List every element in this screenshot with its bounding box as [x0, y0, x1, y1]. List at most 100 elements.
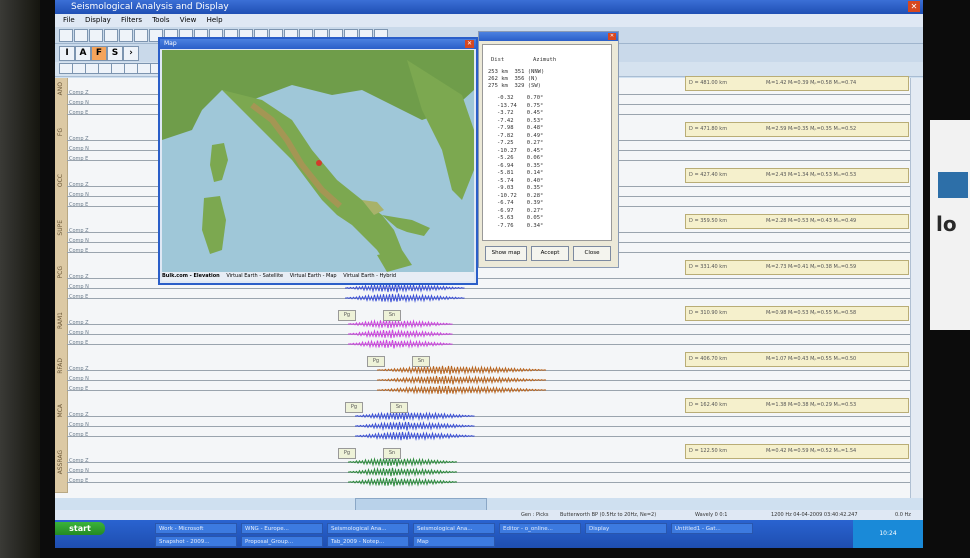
taskbar-item[interactable]: Seismological Ana...	[327, 523, 409, 534]
map-tab-satellite[interactable]: Virtual Earth - Satellite	[226, 273, 283, 279]
phase-pick[interactable]: Sn	[383, 448, 401, 459]
seismic-trace[interactable]	[67, 462, 910, 463]
taskbar-item[interactable]: Proposal_Group...	[241, 536, 323, 547]
station-label[interactable]: MCA	[55, 400, 68, 447]
menu-view[interactable]: View	[180, 16, 197, 24]
component-label: Comp N	[69, 146, 89, 152]
station-label[interactable]: FG	[55, 124, 68, 171]
distance-close-icon[interactable]: ✕	[608, 33, 616, 40]
magnitude-values: Mₗ=2.28 Mₗ=0.53 Mₚ=0.43 Mₘ=0.49	[766, 218, 857, 224]
taskbar-item[interactable]: WNG - Europe...	[241, 523, 323, 534]
station-label[interactable]: RAM1	[55, 308, 68, 355]
waveform[interactable]	[348, 457, 458, 467]
toolbar-button-icon[interactable]	[104, 29, 118, 42]
close-button[interactable]: Close	[573, 246, 611, 261]
seismic-trace[interactable]	[67, 416, 910, 417]
waveform[interactable]	[348, 339, 453, 349]
waveform[interactable]	[377, 375, 547, 385]
magnitude-values: Mₗ=2.59 Mₗ=0.35 Mₚ=0.35 Mₘ=0.52	[766, 126, 857, 132]
menu-tools[interactable]: Tools	[152, 16, 169, 24]
toolbar-small-button-icon[interactable]	[111, 63, 125, 74]
distance-window[interactable]: ✕ Dist Azimuth 253 km 351 (NNW) 262 km 35…	[478, 31, 619, 268]
station-label[interactable]: RFAD	[55, 354, 68, 401]
toolbar-button-icon[interactable]	[119, 29, 133, 42]
seismic-trace[interactable]	[67, 334, 910, 335]
toolbar-button-icon[interactable]	[89, 29, 103, 42]
waveform[interactable]	[377, 385, 547, 395]
taskbar-item[interactable]: Untitled1 - Gat...	[671, 523, 753, 534]
waveform[interactable]	[355, 421, 475, 431]
distance-row: -7.98 0.48°	[497, 125, 544, 131]
distance-row: -3.72 0.45°	[497, 110, 544, 116]
phase-s-button[interactable]: S	[107, 46, 123, 61]
waveform[interactable]	[348, 477, 458, 487]
menu-file[interactable]: File	[63, 16, 75, 24]
station-label[interactable]: PCG	[55, 262, 68, 309]
station-label[interactable]: SUPE	[55, 216, 68, 263]
map-close-icon[interactable]: ✕	[465, 40, 474, 48]
seismic-trace[interactable]	[67, 426, 910, 427]
seismic-trace[interactable]	[67, 298, 910, 299]
phase-pick[interactable]: Sn	[390, 402, 408, 413]
toolbar-button-icon[interactable]	[74, 29, 88, 42]
phase-pick[interactable]: Sn	[383, 310, 401, 321]
waveform[interactable]	[355, 411, 475, 421]
distance-summary-row: 253 km 351 (NNW)	[488, 69, 545, 75]
waveform[interactable]	[348, 329, 453, 339]
taskbar-item[interactable]: Display	[585, 523, 667, 534]
toolbar-small-button-icon[interactable]	[98, 63, 112, 74]
seismic-trace[interactable]	[67, 324, 910, 325]
menu-filters[interactable]: Filters	[121, 16, 142, 24]
phase-pick[interactable]: Pg	[345, 402, 363, 413]
taskbar-item[interactable]: Editor - o_online...	[499, 523, 581, 534]
station-label[interactable]: OCC	[55, 170, 68, 217]
component-label: Comp Z	[69, 228, 89, 234]
waveform[interactable]	[348, 467, 458, 477]
phase-a-button[interactable]: A	[75, 46, 91, 61]
magnitude-distance: D = 481.00 km	[689, 80, 728, 86]
map-tab-hybrid[interactable]: Virtual Earth - Hybrid	[343, 273, 396, 279]
accept-button[interactable]: Accept	[531, 246, 569, 261]
map-window[interactable]: Map ✕ Bulk.com - Elevation Virtual Earth…	[158, 37, 478, 285]
close-icon[interactable]: ✕	[908, 1, 920, 12]
toolbar-small-button-icon[interactable]	[124, 63, 138, 74]
phase-pick[interactable]: Sn	[412, 356, 430, 367]
phase-pick[interactable]: Pg	[338, 448, 356, 459]
taskbar-item[interactable]: Snapshot - 2009...	[155, 536, 237, 547]
phase-i-button[interactable]: I	[59, 46, 75, 61]
map-tab-elevation[interactable]: Bulk.com - Elevation	[162, 273, 220, 279]
phase-pick[interactable]: Pg	[338, 310, 356, 321]
toolbar-small-button-icon[interactable]	[72, 63, 86, 74]
seismic-trace[interactable]	[67, 436, 910, 437]
toolbar-small-button-icon[interactable]	[59, 63, 73, 74]
waveform[interactable]	[355, 431, 475, 441]
seismic-trace[interactable]	[67, 288, 910, 289]
station-label[interactable]: ASSRAG	[55, 446, 68, 493]
toolbar-button-icon[interactable]	[59, 29, 73, 42]
start-button[interactable]: start	[55, 522, 105, 535]
waveform[interactable]	[377, 365, 547, 375]
seismic-trace[interactable]	[67, 344, 910, 345]
component-label: Comp E	[69, 294, 89, 300]
toolbar-small-button-icon[interactable]	[85, 63, 99, 74]
map-tab-map[interactable]: Virtual Earth - Map	[290, 273, 337, 279]
menu-display[interactable]: Display	[85, 16, 111, 24]
seismic-trace[interactable]	[67, 482, 910, 483]
waveform[interactable]	[345, 293, 465, 303]
toolbar-button-icon[interactable]	[134, 29, 148, 42]
show-map-button[interactable]: Show map	[485, 246, 527, 261]
component-label: Comp N	[69, 238, 89, 244]
taskbar-item[interactable]: Work - Microsoft	[155, 523, 237, 534]
italy-map[interactable]	[162, 50, 474, 275]
arrow-right-icon[interactable]: ›	[123, 46, 139, 61]
phase-f-button[interactable]: F	[91, 46, 107, 61]
station-label[interactable]: ANO	[55, 78, 68, 125]
menu-help[interactable]: Help	[207, 16, 223, 24]
taskbar-item[interactable]: Tab_2009 - Notep...	[327, 536, 409, 547]
taskbar-item[interactable]: Map	[413, 536, 495, 547]
phase-pick[interactable]: Pg	[367, 356, 385, 367]
taskbar-item[interactable]: Seismological Ana...	[413, 523, 495, 534]
vertical-scrollbar[interactable]	[910, 78, 923, 498]
seismic-trace[interactable]	[67, 472, 910, 473]
toolbar-small-button-icon[interactable]	[137, 63, 151, 74]
